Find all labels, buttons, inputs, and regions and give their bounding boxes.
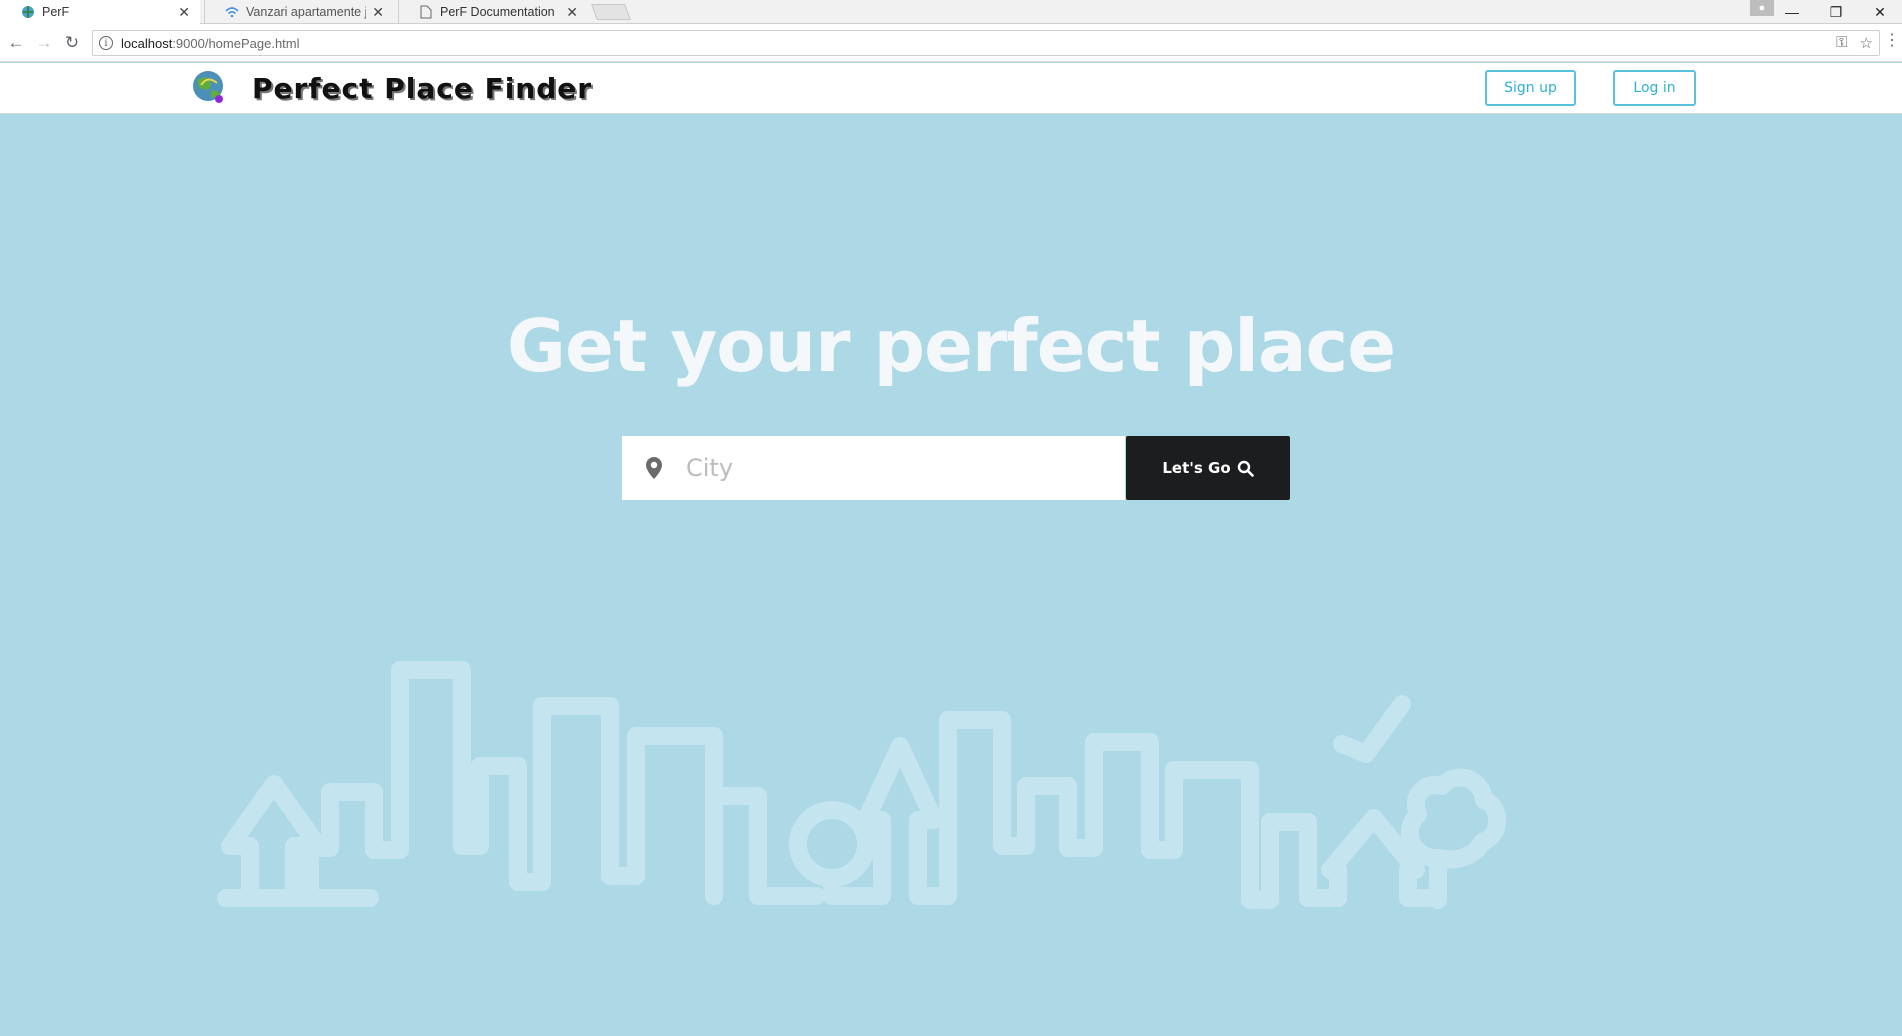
close-icon[interactable]: ✕ bbox=[178, 4, 190, 21]
tab-title: Vanzari apartamente jude bbox=[246, 5, 366, 19]
tab-perf-documentation[interactable]: PerF Documentation ✕ bbox=[398, 0, 588, 24]
close-icon[interactable]: ✕ bbox=[566, 4, 578, 21]
city-search-box bbox=[622, 436, 1125, 500]
lets-go-button[interactable]: Let's Go bbox=[1126, 436, 1290, 500]
hero-title: Get your perfect place bbox=[506, 304, 1396, 388]
tab-vanzari[interactable]: Vanzari apartamente jude ✕ bbox=[204, 0, 394, 24]
address-bar[interactable]: i localhost:9000/homePage.html ⚿ ☆ bbox=[92, 30, 1880, 56]
document-favicon-icon bbox=[418, 4, 434, 20]
new-tab-button[interactable] bbox=[591, 4, 631, 20]
menu-dots-icon[interactable]: ⋮ bbox=[1884, 30, 1900, 50]
forward-arrow-icon[interactable]: → bbox=[30, 29, 58, 57]
globe-favicon-icon bbox=[20, 4, 36, 20]
url-text[interactable]: localhost:9000/homePage.html bbox=[121, 36, 300, 51]
city-skyline-illustration bbox=[217, 661, 1507, 909]
restore-icon[interactable]: ❐ bbox=[1814, 4, 1858, 21]
close-window-icon[interactable]: ✕ bbox=[1858, 4, 1902, 21]
info-icon[interactable]: i bbox=[99, 36, 113, 50]
logo-globe-icon[interactable] bbox=[191, 69, 227, 105]
minimize-icon[interactable]: — bbox=[1770, 4, 1814, 20]
browser-tabstrip: PerF ✕ Vanzari apartamente jude ✕ PerF D… bbox=[0, 0, 1902, 24]
window-controls: — ❐ ✕ bbox=[1770, 0, 1902, 24]
browser-toolbar: ← → ↻ i localhost:9000/homePage.html ⚿ ☆… bbox=[0, 24, 1902, 62]
search-icon bbox=[1237, 460, 1254, 477]
close-icon[interactable]: ✕ bbox=[372, 4, 384, 21]
city-input[interactable] bbox=[686, 454, 1106, 482]
back-arrow-icon[interactable]: ← bbox=[2, 29, 30, 57]
logo-text[interactable]: Perfect Place Finder bbox=[252, 72, 592, 105]
bookmark-star-icon[interactable]: ☆ bbox=[1860, 34, 1873, 52]
reload-icon[interactable]: ↻ bbox=[58, 29, 86, 57]
login-button[interactable]: Log in bbox=[1613, 70, 1696, 106]
map-pin-icon bbox=[622, 456, 686, 480]
wifi-favicon-icon bbox=[224, 4, 240, 20]
site-header: Perfect Place Finder Sign up Log in bbox=[0, 63, 1902, 114]
lets-go-label: Let's Go bbox=[1162, 459, 1231, 477]
signup-button[interactable]: Sign up bbox=[1485, 70, 1576, 106]
tab-perf[interactable]: PerF ✕ bbox=[0, 0, 200, 24]
hero-section: Get your perfect place Let's Go bbox=[0, 114, 1902, 1036]
key-icon[interactable]: ⚿ bbox=[1836, 34, 1847, 52]
tab-title: PerF Documentation bbox=[440, 5, 555, 19]
tab-title: PerF bbox=[42, 5, 70, 19]
